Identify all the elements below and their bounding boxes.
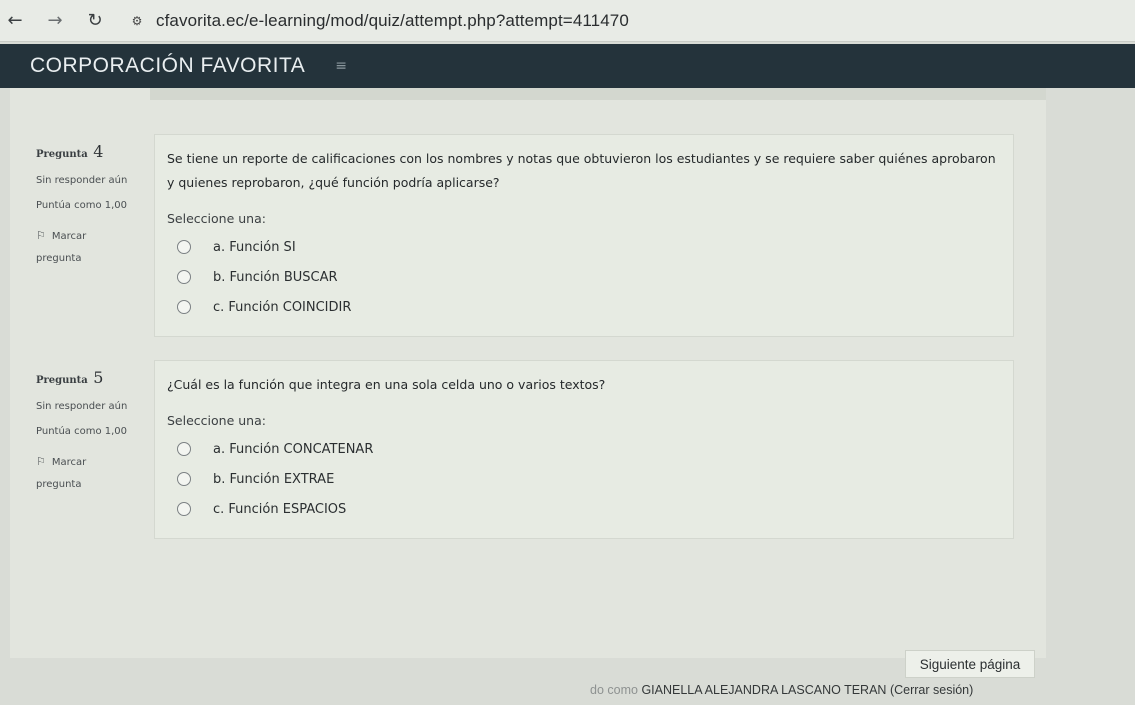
brand-title[interactable]: CORPORACIÓN FAVORITA	[30, 54, 305, 78]
question-info: Pregunta 4 Sin responder aún Puntúa como…	[36, 142, 154, 270]
radio-button[interactable]	[177, 300, 191, 314]
flag-label-2: pregunta	[36, 479, 82, 490]
flag-icon: ⚐	[36, 455, 46, 468]
question-title: Pregunta 4	[36, 142, 154, 161]
question-points: Puntúa como 1,00	[36, 200, 128, 211]
flag-icon: ⚐	[36, 229, 46, 242]
answer-label: a. Función SI	[213, 239, 296, 255]
logout-link[interactable]: (Cerrar sesión)	[890, 683, 973, 697]
answer-label: b. Función EXTRAE	[213, 471, 335, 487]
answer-label: a. Función CONCATENAR	[213, 441, 374, 457]
page-top-strip	[150, 88, 1046, 100]
flag-label: Marcar	[51, 231, 87, 242]
flag-label: Marcar	[51, 457, 87, 468]
answer-label: c. Función ESPACIOS	[213, 501, 347, 517]
question-info: Pregunta 5 Sin responder aún Puntúa como…	[36, 368, 154, 496]
question-points: Puntúa como 1,00	[36, 426, 128, 437]
answer-option-c[interactable]: c. Función COINCIDIR	[177, 292, 1001, 322]
radio-button[interactable]	[177, 442, 191, 456]
question-number: 4	[93, 142, 104, 161]
answer-option-b[interactable]: b. Función BUSCAR	[177, 262, 1001, 292]
site-settings-icon[interactable]: ⚙	[126, 10, 148, 32]
radio-button[interactable]	[177, 472, 191, 486]
answer-option-b[interactable]: b. Función EXTRAE	[177, 464, 1001, 494]
login-info: do como GIANELLA ALEJANDRA LASCANO TERAN…	[590, 683, 973, 697]
answer-label: c. Función COINCIDIR	[213, 299, 352, 315]
question-text: Se tiene un reporte de calificaciones co…	[167, 151, 996, 190]
question-status: Sin responder aún	[36, 401, 128, 412]
answer-label: b. Función BUSCAR	[213, 269, 338, 285]
question-status: Sin responder aún	[36, 175, 128, 186]
flag-label-2: pregunta	[36, 253, 82, 264]
forward-arrow-icon[interactable]: →	[40, 6, 70, 36]
question-number: 5	[93, 368, 104, 387]
quiz-page: Pregunta 4 Sin responder aún Puntúa como…	[10, 88, 1046, 678]
next-page-button[interactable]: Siguiente página	[905, 650, 1035, 678]
question-content: Se tiene un reporte de calificaciones co…	[154, 134, 1014, 337]
address-bar[interactable]: cfavorita.ec/e-learning/mod/quiz/attempt…	[156, 11, 629, 31]
select-label: Seleccione una:	[167, 211, 266, 226]
question-title-label: Pregunta	[36, 149, 88, 160]
question-title-label: Pregunta	[36, 375, 88, 386]
menu-icon[interactable]: ≡	[335, 58, 347, 74]
answer-options: a. Función CONCATENAR b. Función EXTRAE …	[177, 434, 1001, 524]
answer-option-a[interactable]: a. Función SI	[177, 232, 1001, 262]
login-prefix: do como	[590, 683, 638, 697]
answer-options: a. Función SI b. Función BUSCAR c. Funci…	[177, 232, 1001, 322]
user-name-link[interactable]: GIANELLA ALEJANDRA LASCANO TERAN	[641, 683, 886, 697]
radio-button[interactable]	[177, 502, 191, 516]
flag-question-button[interactable]: ⚐ Marcar pregunta	[36, 451, 154, 496]
reload-icon[interactable]: ↻	[80, 6, 110, 36]
question-content: ¿Cuál es la función que integra en una s…	[154, 360, 1014, 539]
radio-button[interactable]	[177, 270, 191, 284]
browser-toolbar: ← → ↻ ⚙ cfavorita.ec/e-learning/mod/quiz…	[0, 0, 1135, 42]
back-arrow-icon[interactable]: ←	[0, 6, 30, 36]
answer-option-a[interactable]: a. Función CONCATENAR	[177, 434, 1001, 464]
select-label: Seleccione una:	[167, 413, 266, 428]
flag-question-button[interactable]: ⚐ Marcar pregunta	[36, 225, 154, 270]
question-text: ¿Cuál es la función que integra en una s…	[167, 377, 606, 392]
site-header: CORPORACIÓN FAVORITA ≡	[0, 44, 1135, 88]
answer-option-c[interactable]: c. Función ESPACIOS	[177, 494, 1001, 524]
question-title: Pregunta 5	[36, 368, 154, 387]
radio-button[interactable]	[177, 240, 191, 254]
